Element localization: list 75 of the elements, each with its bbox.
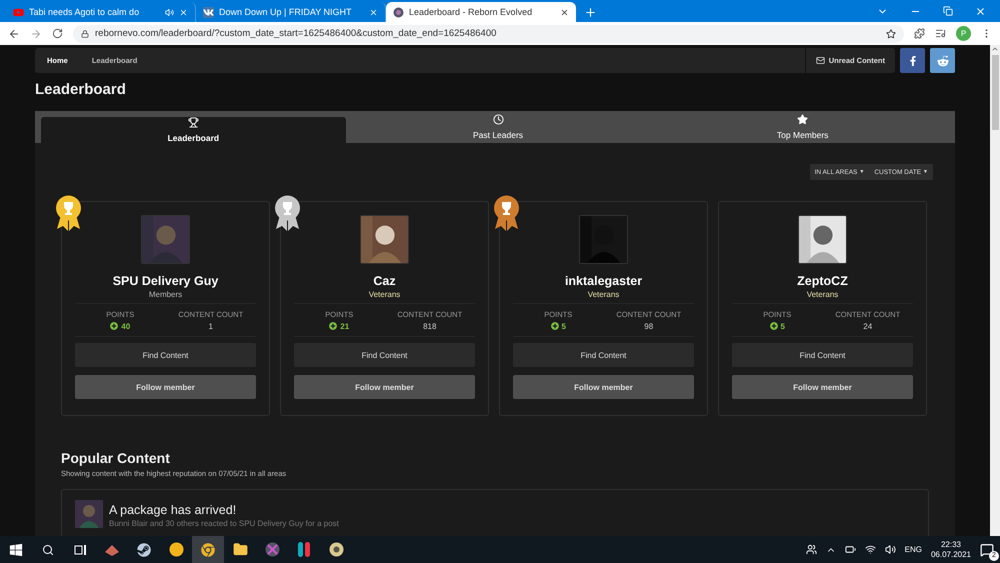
leaderboard-tab[interactable]: Top Members [650, 111, 956, 143]
back-icon[interactable] [8, 28, 20, 40]
media-icon[interactable] [935, 28, 946, 39]
section-title: Popular Content [61, 450, 171, 466]
lock-icon [81, 30, 89, 38]
restore-icon[interactable] [943, 6, 953, 16]
close-icon[interactable] [560, 8, 569, 16]
new-tab-icon[interactable] [584, 6, 597, 19]
reddit-button[interactable] [930, 48, 955, 73]
reload-icon[interactable] [52, 28, 63, 39]
medal-icon [493, 195, 520, 233]
follow-member-button[interactable]: Follow member [75, 375, 256, 399]
medal-icon [55, 195, 82, 233]
follow-member-button[interactable]: Follow member [294, 375, 475, 399]
member-name[interactable]: inktalegaster [564, 274, 642, 288]
video-play-icon [13, 6, 24, 18]
battery-icon[interactable] [844, 544, 856, 555]
trophy-icon [188, 117, 199, 128]
points-value: 5 [770, 322, 785, 330]
post-title[interactable]: A package has arrived! [109, 503, 339, 517]
notifications-icon[interactable] [980, 542, 994, 556]
post-byline: Bunni Blair and 30 others reacted to SPU Delivery Guy for a post [109, 519, 339, 528]
points-value: 40 [110, 322, 130, 330]
points-value: 21 [329, 322, 350, 330]
mail-icon [816, 56, 825, 65]
content-count-value: 98 [644, 322, 654, 330]
cross-icon[interactable] [264, 542, 280, 557]
page-title: Leaderboard [35, 81, 127, 98]
facebook-button[interactable] [900, 48, 925, 73]
task-view-icon[interactable] [74, 544, 86, 556]
content-count-value: 1 [208, 322, 213, 330]
volume-icon[interactable] [884, 544, 896, 555]
disc-icon[interactable] [328, 542, 344, 557]
extensions-icon[interactable] [914, 28, 925, 39]
member-group: Veterans [588, 290, 620, 299]
people-icon[interactable] [806, 544, 817, 555]
leaderboard-tab[interactable]: Past Leaders [346, 111, 650, 143]
clock-icon [492, 114, 504, 125]
controller-icon[interactable] [298, 542, 310, 557]
content-count-value: 24 [863, 322, 872, 330]
member-name[interactable]: Caz [373, 274, 396, 288]
member-group: Veterans [368, 290, 400, 299]
member-name[interactable]: SPU Delivery Guy [112, 274, 218, 288]
points-value: 5 [550, 322, 566, 330]
speaker-icon[interactable] [165, 8, 174, 16]
scrollbar[interactable] [990, 45, 1000, 536]
clock-display[interactable]: 22:33 06.07.2021 [930, 540, 971, 560]
leaderboard-tab[interactable]: Leaderboard [41, 117, 346, 143]
find-content-button[interactable]: Find Content [294, 343, 475, 367]
bookmark-star-icon[interactable] [886, 28, 896, 38]
browser-tab[interactable]: Leaderboard - Reborn Evolved [386, 2, 576, 22]
address-field[interactable]: rebornevo.com/leaderboard/?custom_date_start=1625486400&custom_date_end=1625486400 [73, 24, 904, 42]
member-group: Members [148, 290, 182, 299]
vk-icon [203, 6, 214, 18]
language-indicator[interactable]: ENG [904, 545, 922, 554]
wifi-icon[interactable] [864, 544, 876, 555]
find-content-button[interactable]: Find Content [513, 343, 694, 367]
scroll-up-icon[interactable] [991, 45, 999, 53]
globe-icon [393, 6, 404, 18]
content-count-value: 818 [423, 322, 436, 330]
folder-icon[interactable] [232, 542, 248, 557]
member-group: Veterans [806, 290, 838, 299]
reddit-icon [936, 54, 948, 66]
star-icon [797, 114, 808, 125]
find-content-button[interactable]: Find Content [75, 343, 256, 367]
chrome-icon[interactable] [201, 542, 215, 556]
find-content-button[interactable]: Find Content [732, 343, 913, 367]
search-icon[interactable] [42, 544, 54, 556]
member-name[interactable]: ZeptoCZ [797, 274, 848, 288]
start-icon[interactable] [9, 542, 23, 556]
medal-icon [274, 195, 301, 233]
follow-member-button[interactable]: Follow member [513, 375, 694, 399]
facebook-icon [908, 56, 918, 66]
steam-icon[interactable] [137, 542, 151, 556]
follow-member-button[interactable]: Follow member [732, 375, 913, 399]
